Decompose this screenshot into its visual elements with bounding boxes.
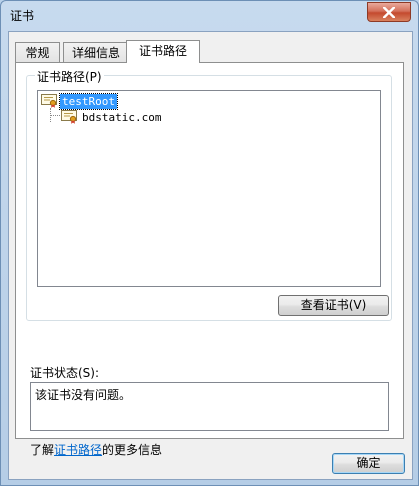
- cert-status-box[interactable]: 该证书没有问题。: [30, 382, 389, 431]
- close-icon: [383, 6, 395, 18]
- cert-status-label: 证书状态(S):: [30, 366, 100, 380]
- certificate-icon: [61, 110, 77, 124]
- view-certificate-button[interactable]: 查看证书(V): [278, 295, 389, 316]
- cert-status-text: 该证书没有问题。: [35, 388, 132, 402]
- learn-more-suffix: 的更多信息: [102, 443, 163, 457]
- tab-panel-certification-path: 证书路径(P) testRoot bdstatic.com 查看证书(V) 证书…: [15, 62, 404, 457]
- certificate-dialog: 证书 常规 详细信息 证书路径 证书路径(P) testRoot bdstati…: [0, 0, 419, 486]
- learn-more-prefix: 了解: [30, 443, 55, 457]
- title-bar[interactable]: 证书: [1, 1, 418, 29]
- tab-general[interactable]: 常规: [15, 42, 60, 62]
- window-title: 证书: [10, 9, 35, 23]
- cert-path-group: 证书路径(P) testRoot bdstatic.com 查看证书(V): [26, 68, 392, 321]
- dialog-client-area: 常规 详细信息 证书路径 证书路径(P) testRoot bdstatic.c…: [8, 31, 413, 480]
- cert-path-tree[interactable]: testRoot bdstatic.com: [37, 90, 381, 287]
- tab-certification-path[interactable]: 证书路径: [126, 40, 200, 63]
- cert-path-group-label: 证书路径(P): [35, 68, 104, 85]
- tree-node-label: bdstatic.com: [82, 110, 162, 124]
- tree-connector-horizontal: [50, 115, 60, 116]
- tab-details[interactable]: 详细信息: [63, 42, 129, 62]
- tree-node-root[interactable]: testRoot: [41, 92, 118, 110]
- learn-more-text: 了解证书路径的更多信息: [30, 441, 162, 458]
- cert-path-help-link[interactable]: 证书路径: [54, 443, 102, 457]
- certificate-icon: [41, 94, 57, 108]
- tree-node-leaf[interactable]: bdstatic.com: [61, 109, 163, 125]
- tree-node-label: testRoot: [59, 92, 118, 110]
- close-button[interactable]: [367, 2, 411, 22]
- ok-button[interactable]: 确定: [332, 453, 405, 474]
